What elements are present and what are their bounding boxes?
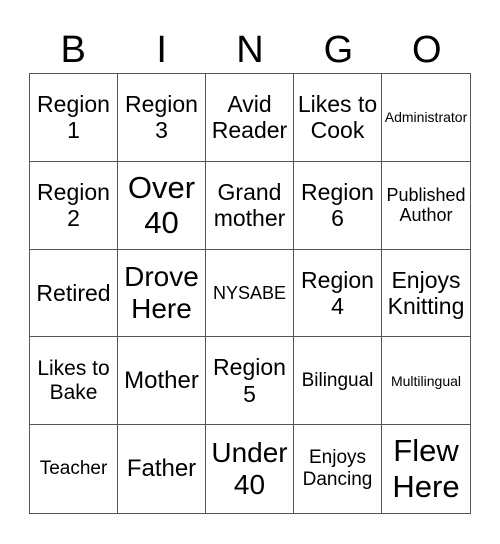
bingo-header: B I N G O	[29, 28, 471, 72]
bingo-cell[interactable]: Teacher	[30, 425, 118, 513]
header-letter-g: G	[323, 29, 354, 71]
bingo-cell[interactable]: Likes to Bake	[30, 337, 118, 426]
bingo-cell[interactable]: Region 4	[294, 249, 382, 338]
bingo-card-grid: Region 1 Region 3 Avid Reader Likes to C…	[29, 73, 471, 514]
bingo-cell[interactable]: Father	[118, 425, 206, 513]
bingo-cell[interactable]: Flew Here	[382, 425, 470, 513]
bingo-cell[interactable]: Enjoys Knitting	[382, 250, 470, 338]
bingo-cell[interactable]: Grand mother	[206, 161, 294, 250]
bingo-cell[interactable]: Retired	[30, 249, 118, 338]
bingo-cell[interactable]: Region 2	[30, 161, 118, 250]
bingo-cell[interactable]: Drove Here	[118, 249, 206, 338]
bingo-cell[interactable]: NYSABE	[206, 249, 294, 338]
bingo-cell[interactable]: Mother	[118, 337, 206, 426]
header-letter-n: N	[236, 29, 264, 71]
bingo-cell[interactable]: Region 5	[206, 337, 294, 426]
bingo-cell[interactable]: Region 1	[30, 74, 118, 162]
bingo-cell[interactable]: Avid Reader	[206, 74, 294, 162]
bingo-cell[interactable]: Published Author	[382, 162, 470, 250]
bingo-cell[interactable]: Likes to Cook	[294, 74, 382, 162]
header-letter-o: O	[412, 29, 442, 71]
bingo-cell[interactable]: Over 40	[118, 161, 206, 250]
header-letter-i: I	[156, 29, 167, 71]
bingo-cell[interactable]: Administrator	[382, 74, 470, 162]
bingo-cell[interactable]: Region 6	[294, 161, 382, 250]
header-letter-b: B	[60, 29, 86, 71]
bingo-cell[interactable]: Region 3	[118, 74, 206, 162]
bingo-cell[interactable]: Under 40	[206, 425, 294, 513]
bingo-cell[interactable]: Enjoys Dancing	[294, 425, 382, 513]
bingo-cell[interactable]: Multilingual	[382, 337, 470, 426]
bingo-cell[interactable]: Bilingual	[294, 337, 382, 426]
